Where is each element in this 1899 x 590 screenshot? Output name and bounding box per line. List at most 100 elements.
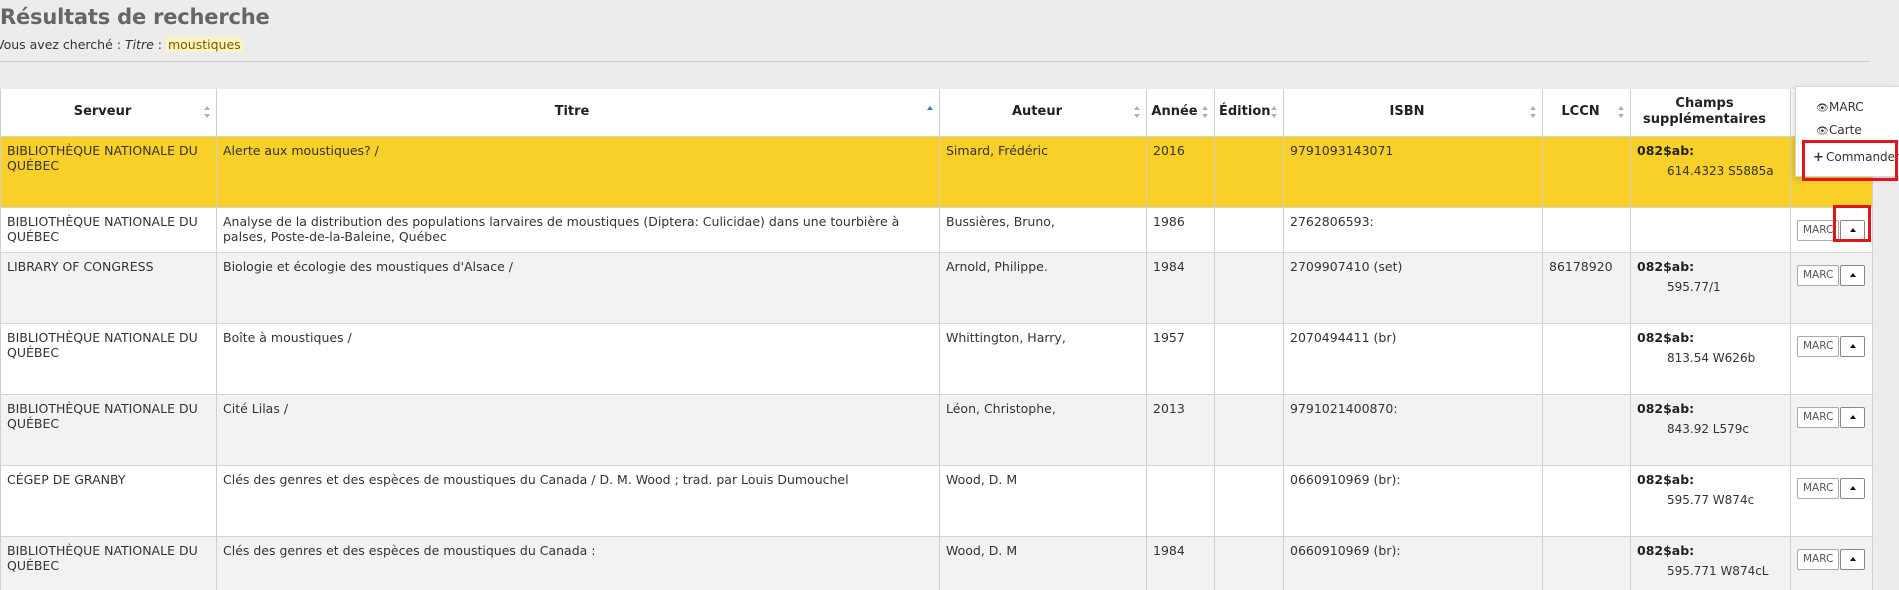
cell-isbn: 0660910969 (br): <box>1283 536 1543 590</box>
cell-server: BIBLIOTHÈQUE NATIONALE DU QUÉBEC <box>0 394 217 466</box>
sort-icon <box>1134 106 1141 119</box>
search-summary: Vous avez cherché : Titre : moustiques <box>0 37 243 52</box>
cell-lccn <box>1542 394 1631 466</box>
table-row[interactable]: BIBLIOTHÈQUE NATIONALE DU QUÉBEC Alerte … <box>0 136 1873 208</box>
search-summary-term: moustiques <box>165 37 243 52</box>
menu-item-card[interactable]: 👁Carte <box>1816 123 1862 137</box>
highlight-box-order <box>1802 140 1898 181</box>
cell-title: Boîte à moustiques / <box>216 323 940 395</box>
cell-server: BIBLIOTHÈQUE NATIONALE DU QUÉBEC <box>0 136 217 208</box>
cell-extra <box>1630 207 1791 253</box>
cell-edition <box>1214 465 1284 537</box>
col-header-server[interactable]: Serveur <box>0 89 217 137</box>
col-header-title[interactable]: Titre <box>216 89 940 137</box>
table-row[interactable]: CÉGEP DE GRANBY Clés des genres et des e… <box>0 465 1873 537</box>
search-summary-prefix: Vous avez cherché : <box>0 37 121 52</box>
cell-year: 1984 <box>1146 536 1215 590</box>
marc-button[interactable]: MARC <box>1797 406 1840 428</box>
menu-item-marc[interactable]: 👁MARC <box>1816 100 1864 114</box>
dropdown-toggle-button[interactable] <box>1840 548 1866 570</box>
cell-lccn <box>1542 207 1631 253</box>
cell-edition <box>1214 136 1284 208</box>
col-header-year[interactable]: Année <box>1146 89 1215 137</box>
cell-extra: 082$ab: 595.771 W874cL <box>1630 536 1791 590</box>
marc-button[interactable]: MARC <box>1797 264 1840 286</box>
cell-author: Bussières, Bruno, <box>939 207 1147 253</box>
cell-lccn: 86178920 <box>1542 252 1631 324</box>
cell-actions: MARC <box>1790 465 1873 537</box>
col-header-extra[interactable]: Champs supplémentaires <box>1630 89 1791 137</box>
cell-title: Biologie et écologie des moustiques d'Al… <box>216 252 940 324</box>
cell-extra: 082$ab: 595.77/1 <box>1630 252 1791 324</box>
cell-isbn: 9791021400870: <box>1283 394 1543 466</box>
marc-button[interactable]: MARC <box>1797 548 1840 570</box>
table-row[interactable]: BIBLIOTHÈQUE NATIONALE DU QUÉBEC Boîte à… <box>0 323 1873 395</box>
cell-actions: MARC <box>1790 323 1873 395</box>
cell-server: LIBRARY OF CONGRESS <box>0 252 217 324</box>
marc-button[interactable]: MARC <box>1797 477 1840 499</box>
marc-button[interactable]: MARC <box>1797 335 1840 357</box>
divider <box>0 61 1870 62</box>
col-header-lccn[interactable]: LCCN <box>1542 89 1631 137</box>
cell-edition <box>1214 252 1284 324</box>
sort-ascending-icon <box>927 106 934 118</box>
cell-author: Wood, D. M <box>939 465 1147 537</box>
table-header-row: Serveur Titre Auteur Année Édition ISBN … <box>0 89 1873 137</box>
cell-actions: MARC <box>1790 536 1873 590</box>
cell-actions: MARC <box>1790 252 1873 324</box>
cell-server: CÉGEP DE GRANBY <box>0 465 217 537</box>
col-header-isbn[interactable]: ISBN <box>1283 89 1543 137</box>
cell-lccn <box>1542 323 1631 395</box>
cell-year: 1986 <box>1146 207 1215 253</box>
cell-lccn <box>1542 465 1631 537</box>
cell-isbn: 2709907410 (set) <box>1283 252 1543 324</box>
cell-edition <box>1214 394 1284 466</box>
search-summary-field: Titre <box>124 37 154 52</box>
cell-extra: 082$ab: 614.4323 S5885a <box>1630 136 1791 208</box>
cell-title: Cité Lilas / <box>216 394 940 466</box>
cell-server: BIBLIOTHÈQUE NATIONALE DU QUÉBEC <box>0 536 217 590</box>
table-row[interactable]: BIBLIOTHÈQUE NATIONALE DU QUÉBEC Analyse… <box>0 207 1873 253</box>
sort-icon <box>1202 106 1209 119</box>
cell-title: Clés des genres et des espèces de mousti… <box>216 465 940 537</box>
table-row[interactable]: BIBLIOTHÈQUE NATIONALE DU QUÉBEC Clés de… <box>0 536 1873 590</box>
table-row[interactable]: BIBLIOTHÈQUE NATIONALE DU QUÉBEC Cité Li… <box>0 394 1873 466</box>
sort-icon <box>1618 106 1625 119</box>
eye-icon: 👁 <box>1816 103 1829 114</box>
col-header-edition[interactable]: Édition <box>1214 89 1284 137</box>
sort-icon <box>1530 106 1537 119</box>
cell-title: Analyse de la distribution des populatio… <box>216 207 940 253</box>
cell-year: 1957 <box>1146 323 1215 395</box>
cell-lccn <box>1542 136 1631 208</box>
cell-isbn: 2070494411 (br) <box>1283 323 1543 395</box>
cell-edition <box>1214 207 1284 253</box>
cell-server: BIBLIOTHÈQUE NATIONALE DU QUÉBEC <box>0 207 217 253</box>
cell-author: Arnold, Philippe. <box>939 252 1147 324</box>
cell-author: Whittington, Harry, <box>939 323 1147 395</box>
cell-title: Clés des genres et des espèces de mousti… <box>216 536 940 590</box>
cell-isbn: 9791093143071 <box>1283 136 1543 208</box>
cell-year <box>1146 465 1215 537</box>
eye-icon: 👁 <box>1816 126 1829 137</box>
cell-year: 2013 <box>1146 394 1215 466</box>
highlight-box-dropdown-toggle <box>1833 205 1871 242</box>
cell-edition <box>1214 323 1284 395</box>
cell-lccn <box>1542 536 1631 590</box>
sort-icon <box>1271 106 1278 119</box>
dropdown-toggle-button[interactable] <box>1840 335 1866 357</box>
cell-author: Wood, D. M <box>939 536 1147 590</box>
cell-author: Léon, Christophe, <box>939 394 1147 466</box>
cell-actions: MARC <box>1790 394 1873 466</box>
dropdown-toggle-button[interactable] <box>1840 406 1866 428</box>
table-row[interactable]: LIBRARY OF CONGRESS Biologie et écologie… <box>0 252 1873 324</box>
cell-extra: 082$ab: 843.92 L579c <box>1630 394 1791 466</box>
col-header-author[interactable]: Auteur <box>939 89 1147 137</box>
cell-year: 2016 <box>1146 136 1215 208</box>
cell-title: Alerte aux moustiques? / <box>216 136 940 208</box>
cell-server: BIBLIOTHÈQUE NATIONALE DU QUÉBEC <box>0 323 217 395</box>
page-title: Résultats de recherche <box>0 5 270 29</box>
cell-year: 1984 <box>1146 252 1215 324</box>
dropdown-toggle-button[interactable] <box>1840 477 1866 499</box>
dropdown-toggle-button[interactable] <box>1840 264 1866 286</box>
cell-extra: 082$ab: 813.54 W626b <box>1630 323 1791 395</box>
